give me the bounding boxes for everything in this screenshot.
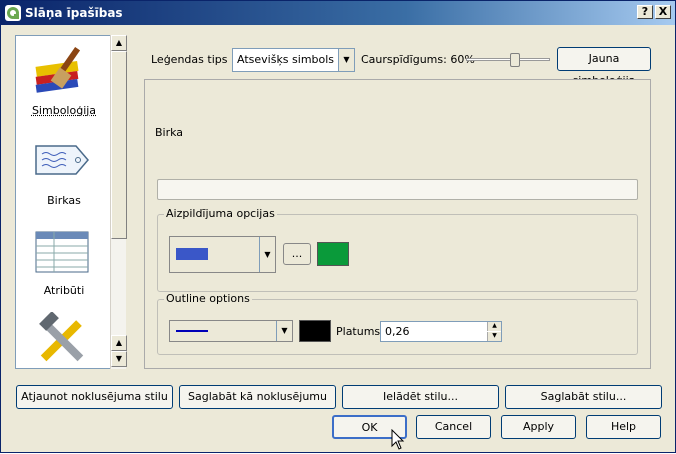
help-title-button[interactable]: ? <box>637 5 653 19</box>
outline-color-button[interactable] <box>299 320 331 342</box>
cancel-button[interactable]: Cancel <box>416 415 491 439</box>
sidebar-item-symbology[interactable]: Simboloģija <box>16 38 110 128</box>
spin-down-icon[interactable]: ▼ <box>487 332 501 341</box>
load-style-button[interactable]: Ielādēt stilu... <box>342 385 499 409</box>
tag-input[interactable] <box>157 179 638 200</box>
sidebar-item-label: Birkas <box>47 194 81 207</box>
width-value: 0,26 <box>385 325 410 338</box>
apply-button[interactable]: Apply <box>501 415 576 439</box>
symbology-panel: Birka Aizpildījuma opcijas ▼ ... Outline… <box>144 79 651 369</box>
chevron-down-icon: ▼ <box>259 237 275 272</box>
fill-options-more-button[interactable]: ... <box>283 243 311 265</box>
fill-style-select[interactable]: ▼ <box>169 236 276 273</box>
mouse-cursor-icon <box>391 428 407 451</box>
window-title: Slāņa īpašības <box>25 6 123 20</box>
save-style-button[interactable]: Saglabāt stilu... <box>505 385 662 409</box>
help-button[interactable]: Help <box>586 415 661 439</box>
width-label: Platums <box>336 325 381 338</box>
fill-color-button[interactable] <box>317 242 349 266</box>
scroll-thumb[interactable] <box>111 51 127 239</box>
sidebar-item-labels[interactable]: Birkas <box>16 128 110 218</box>
new-symbology-button[interactable]: Jauna simboloģija <box>557 47 651 87</box>
spin-up-icon[interactable]: ▲ <box>487 322 501 331</box>
outline-line-preview <box>176 330 208 332</box>
transparency-slider[interactable] <box>466 53 550 67</box>
legend-type-label: Leģendas tips <box>151 53 228 66</box>
scroll-down-button[interactable]: ▼ <box>111 351 127 367</box>
tag-label: Birka <box>155 126 184 139</box>
legend-type-value: Atsevišķs simbols <box>237 53 335 66</box>
chevron-down-icon: ▼ <box>276 321 292 341</box>
legend-type-select[interactable]: Atsevišķs simbols ▼ <box>232 48 355 72</box>
scroll-up-button-lower[interactable]: ▲ <box>111 335 127 351</box>
width-spinbox[interactable]: 0,26 ▲ ▼ <box>380 321 502 342</box>
layer-properties-window: Slāņa īpašības ? X Simboloģija Birkas At… <box>0 0 676 453</box>
qgis-app-icon <box>5 5 21 21</box>
brush-icon <box>34 42 90 98</box>
sidebar-item-label: Simboloģija <box>31 104 97 117</box>
fill-style-swatch <box>176 248 208 260</box>
slider-track <box>466 58 550 61</box>
close-title-button[interactable]: X <box>655 5 671 19</box>
chevron-down-icon: ▼ <box>338 49 354 71</box>
transparency-label: Caurspīdīgums: 60% <box>361 53 475 66</box>
label-tag-icon <box>34 132 90 188</box>
slider-thumb[interactable] <box>510 53 520 67</box>
outline-style-select[interactable]: ▼ <box>169 320 293 342</box>
title-bar: Slāņa īpašības ? X <box>1 1 675 25</box>
fill-options-group: Aizpildījuma opcijas ▼ ... <box>157 207 638 292</box>
fill-options-label: Aizpildījuma opcijas <box>164 207 277 220</box>
sidebar-scrollbar[interactable]: ▲ ▲ ▼ <box>110 35 127 369</box>
tools-icon <box>34 311 90 368</box>
table-icon <box>34 222 90 278</box>
sidebar-item-attributes[interactable]: Atribūti <box>16 218 110 308</box>
outline-options-label: Outline options <box>164 292 252 305</box>
properties-sidebar: Simboloģija Birkas Atribūti <box>15 35 111 369</box>
save-as-default-button[interactable]: Saglabāt kā noklusējumu <box>179 385 336 409</box>
outline-options-group: Outline options ▼ Platums 0,26 ▲ ▼ <box>157 292 638 355</box>
scroll-up-button[interactable]: ▲ <box>111 35 127 51</box>
restore-default-style-button[interactable]: Atjaunot noklusējuma stilu <box>16 385 173 409</box>
sidebar-item-general[interactable] <box>16 308 110 368</box>
sidebar-item-label: Atribūti <box>43 284 85 297</box>
